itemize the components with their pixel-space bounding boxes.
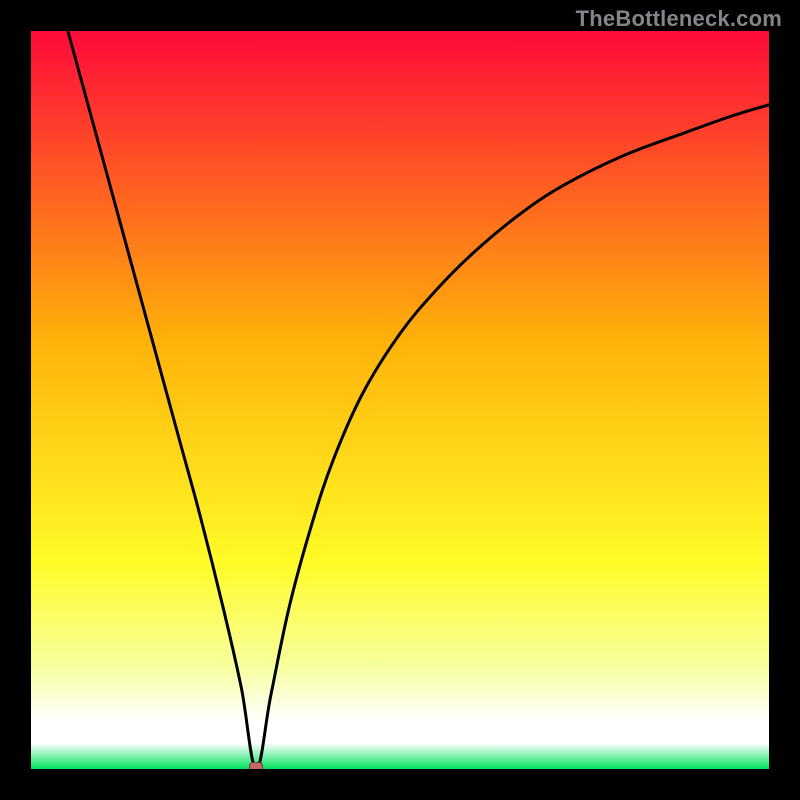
chart-stage: TheBottleneck.com	[0, 0, 800, 800]
bottleneck-curve	[31, 31, 769, 769]
watermark-label: TheBottleneck.com	[576, 6, 782, 32]
minimum-marker	[249, 762, 263, 769]
plot-area	[31, 31, 769, 769]
